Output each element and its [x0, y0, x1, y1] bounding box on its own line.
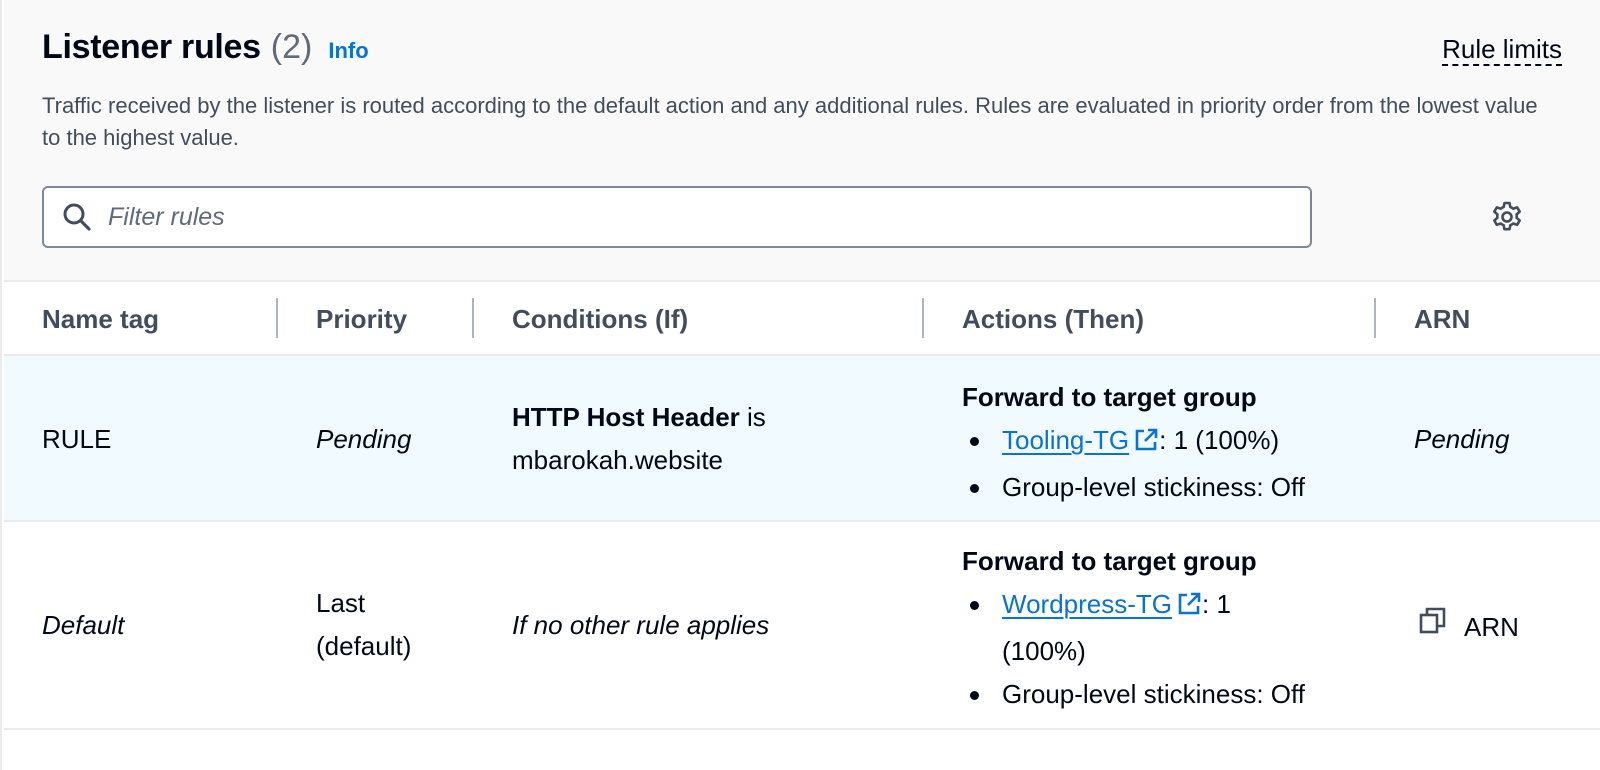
target-group-name: Wordpress-TG: [1002, 589, 1172, 619]
page-title: Listener rules: [42, 28, 261, 66]
filter-rules-input[interactable]: [108, 202, 1208, 232]
action-title: Forward to target group: [962, 382, 1257, 412]
copy-arn-button[interactable]: ARN: [1418, 606, 1519, 649]
condition-value: mbarokah.website: [512, 445, 723, 475]
rule-count: (2): [270, 28, 313, 66]
column-header-name-tag[interactable]: Name tag: [42, 282, 159, 356]
external-link-icon: [1133, 423, 1159, 466]
column-resizer[interactable]: [1374, 298, 1376, 338]
column-header-actions[interactable]: Actions (Then): [962, 282, 1144, 356]
target-weight: (100%): [1002, 636, 1086, 666]
copy-icon: [1418, 606, 1448, 649]
action-title: Forward to target group: [962, 546, 1257, 576]
target-weight: : 1 (100%): [1159, 425, 1280, 455]
copy-arn-control[interactable]: ARN: [1418, 606, 1519, 649]
table-row[interactable]: RULE Pending HTTP Host Header is mbaroka…: [4, 356, 1600, 522]
target-group-link[interactable]: Tooling-TG: [1002, 425, 1159, 455]
table-footer-space: [4, 730, 1600, 770]
rule-limits-link[interactable]: Rule limits: [1442, 34, 1562, 66]
action-details: Tooling-TG : 1 (100%) Group-level stickin…: [962, 419, 1372, 509]
condition-cell: If no other rule applies: [512, 610, 770, 640]
table-header: Name tag Priority Conditions (If) Action…: [4, 282, 1600, 356]
column-resizer[interactable]: [472, 298, 474, 338]
priority-cell: Last (default): [316, 582, 411, 668]
priority-line: (default): [316, 631, 412, 661]
action-cell: Forward to target group Tooling-TG : 1 (1…: [962, 376, 1372, 509]
panel-title-row: Listener rules (2) Info: [42, 28, 369, 67]
external-link-icon: [1176, 587, 1202, 630]
listener-rules-panel: Listener rules (2) Info Rule limits Traf…: [0, 0, 1600, 770]
panel-description: Traffic received by the listener is rout…: [42, 93, 1538, 150]
arn-cell: Pending: [1414, 424, 1510, 454]
column-resizer[interactable]: [922, 298, 924, 338]
list-item: Tooling-TG : 1 (100%): [962, 419, 1372, 466]
priority-cell: Pending: [316, 424, 412, 454]
target-group-link[interactable]: Wordpress-TG: [1002, 589, 1202, 619]
list-item: Group-level stickiness: Off: [962, 466, 1372, 509]
copy-arn-label: ARN: [1464, 612, 1519, 642]
condition-cell: HTTP Host Header is mbarokah.website: [512, 396, 912, 482]
action-details: Wordpress-TG : 1 (100%) Group-level sticki…: [962, 583, 1372, 716]
column-resizer[interactable]: [276, 298, 278, 338]
column-header-arn[interactable]: ARN: [1414, 282, 1470, 356]
list-item: Group-level stickiness: Off: [962, 673, 1372, 716]
action-cell: Forward to target group Wordpress-TG : 1 (…: [962, 540, 1372, 716]
gear-icon[interactable]: [1490, 200, 1524, 234]
name-tag-cell: RULE: [42, 424, 112, 454]
condition-operator: is: [739, 402, 766, 432]
list-item: Wordpress-TG : 1 (100%): [962, 583, 1372, 673]
target-group-name: Tooling-TG: [1002, 425, 1130, 455]
table-row[interactable]: Default Last (default) If no other rule …: [4, 522, 1600, 730]
name-tag-cell: Default: [42, 610, 125, 640]
filter-rules-field[interactable]: [42, 186, 1312, 248]
column-header-priority[interactable]: Priority: [316, 282, 407, 356]
column-header-conditions[interactable]: Conditions (If): [512, 282, 688, 356]
search-icon: [60, 200, 94, 234]
priority-line: Last: [316, 588, 366, 618]
condition-key: HTTP Host Header: [512, 402, 740, 432]
target-weight: : 1: [1202, 589, 1231, 619]
info-link[interactable]: Info: [328, 38, 368, 64]
